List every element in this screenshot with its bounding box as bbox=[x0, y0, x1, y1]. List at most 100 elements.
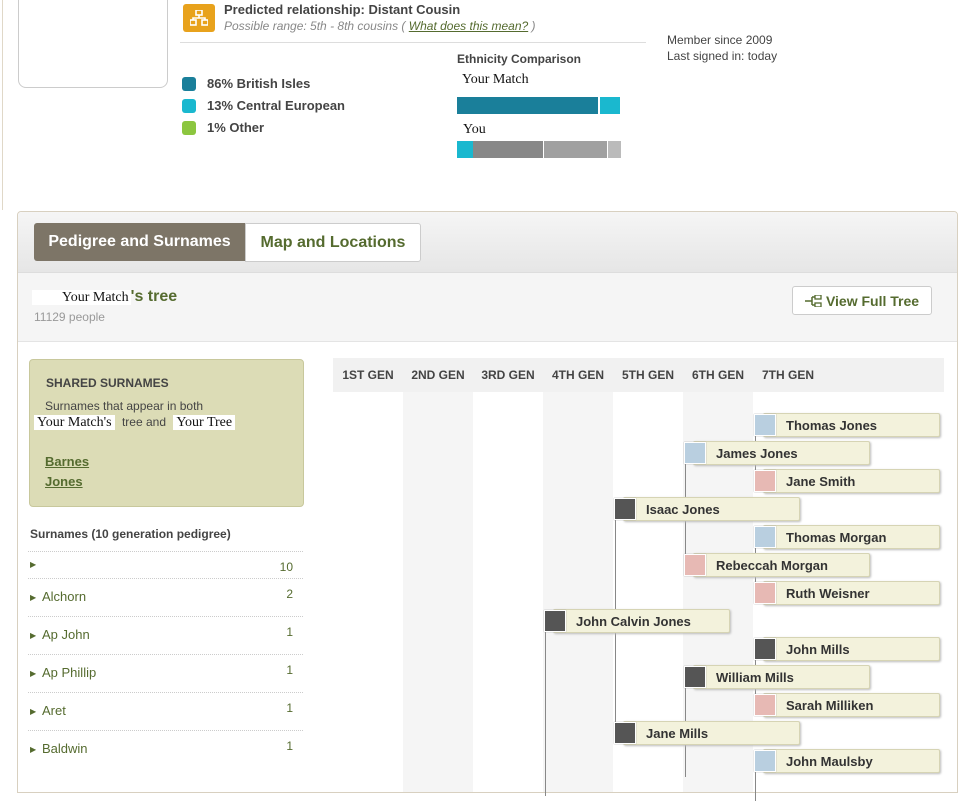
male-silhouette-icon bbox=[754, 414, 776, 436]
person-name: John Calvin Jones bbox=[576, 613, 691, 629]
person-name: Sarah Milliken bbox=[786, 697, 874, 713]
expand-arrow-icon: ▶ bbox=[30, 669, 37, 678]
surnames-list-title: Surnames (10 generation pedigree) bbox=[30, 527, 231, 541]
gen-header-3: 3RD GEN bbox=[473, 358, 543, 392]
person-john-mills[interactable]: John Mills bbox=[754, 637, 940, 661]
person-thomas-morgan[interactable]: Thomas Morgan bbox=[754, 525, 940, 549]
gen-header-7: 7TH GEN bbox=[753, 358, 823, 392]
person-name: Isaac Jones bbox=[646, 501, 720, 517]
tree-structure-icon bbox=[190, 10, 208, 26]
tree-title: Your Match's tree bbox=[32, 288, 177, 306]
expand-arrow-icon: ▶ bbox=[30, 631, 37, 640]
person-jane-smith[interactable]: Jane Smith bbox=[754, 469, 940, 493]
divider bbox=[180, 42, 646, 43]
surname-count: 1 bbox=[286, 663, 293, 677]
person-rebeccah-morgan[interactable]: Rebeccah Morgan bbox=[684, 553, 870, 577]
person-name: Rebeccah Morgan bbox=[716, 557, 828, 573]
member-since: Member since 2009 bbox=[667, 33, 773, 47]
expand-arrow-icon: ▶ bbox=[30, 593, 37, 602]
surname-row-baldwin[interactable]: ▶ Baldwin 1 bbox=[28, 730, 303, 768]
tab-pedigree-and-surnames[interactable]: Pedigree and Surnames bbox=[34, 223, 245, 261]
person-name: John Mills bbox=[786, 641, 850, 657]
tree-people-count: 11129 people bbox=[34, 310, 105, 324]
expand-arrow-icon: ▶ bbox=[30, 560, 37, 569]
female-silhouette-icon bbox=[754, 694, 776, 716]
surname-count: 10 bbox=[279, 560, 293, 574]
british-isles-swatch bbox=[182, 76, 196, 91]
person-isaac-jones[interactable]: Isaac Jones bbox=[614, 497, 800, 521]
shared-line-1: Surnames that appear in both bbox=[45, 399, 204, 413]
tree-panel: Pedigree and Surnames Map and Locations … bbox=[17, 211, 958, 801]
ethnicity-label: 86% British Isles bbox=[207, 76, 311, 91]
gen-column-shade bbox=[403, 392, 473, 792]
tree-icon bbox=[804, 294, 822, 307]
surname-row-ap-john[interactable]: ▶ Ap John 1 bbox=[28, 616, 303, 654]
shared-surname-link-jones[interactable]: Jones bbox=[45, 474, 83, 489]
member-info: Member since 2009 Last signed in: today bbox=[667, 32, 777, 64]
shared-line-2: Your Match's tree and Your Tree bbox=[34, 415, 236, 431]
person-name: Jane Smith bbox=[786, 473, 856, 489]
surname-row-ap-phillip[interactable]: ▶ Ap Phillip 1 bbox=[28, 654, 303, 692]
tree-owner-name: Your Match bbox=[32, 290, 131, 305]
you-segment-4 bbox=[608, 141, 621, 158]
surname-row[interactable]: ▶ 10 bbox=[28, 551, 303, 579]
last-signed-in: Last signed in: today bbox=[667, 49, 778, 63]
and-text: tree and bbox=[121, 415, 166, 429]
you-segment-2 bbox=[473, 141, 543, 158]
person-name: Thomas Morgan bbox=[786, 529, 887, 545]
shared-surnames-box: SHARED SURNAMES Surnames that appear in … bbox=[29, 359, 304, 507]
panel-header: Pedigree and Surnames Map and Locations bbox=[18, 212, 957, 273]
range-close: ) bbox=[531, 19, 536, 33]
person-john-calvin-jones[interactable]: John Calvin Jones bbox=[544, 609, 730, 633]
male-silhouette-icon bbox=[754, 526, 776, 548]
ethnicity-comparison-title: Ethnicity Comparison bbox=[457, 52, 582, 66]
tab-map-and-locations[interactable]: Map and Locations bbox=[245, 223, 421, 262]
gen-header-2: 2ND GEN bbox=[403, 358, 473, 392]
person-ruth-weisner[interactable]: Ruth Weisner bbox=[754, 581, 940, 605]
relationship-title: Predicted relationship: Distant Cousin bbox=[224, 2, 461, 17]
ethnicity-label: 1% Other bbox=[207, 120, 265, 135]
view-full-tree-button[interactable]: View Full Tree bbox=[792, 286, 932, 315]
female-silhouette-icon bbox=[754, 470, 776, 492]
you-segment-1 bbox=[457, 141, 473, 158]
relationship-icon bbox=[183, 4, 215, 32]
gen-header-1: 1ST GEN bbox=[333, 358, 403, 392]
male-silhouette-icon bbox=[684, 442, 706, 464]
person-sarah-milliken[interactable]: Sarah Milliken bbox=[754, 693, 940, 717]
you-bar bbox=[457, 141, 621, 158]
shared-surname-link-barnes[interactable]: Barnes bbox=[45, 454, 89, 469]
person-name: Thomas Jones bbox=[786, 417, 878, 433]
person-name: Jane Mills bbox=[646, 725, 709, 741]
match-tree-name: Your Match's bbox=[34, 415, 115, 430]
person-thomas-jones[interactable]: Thomas Jones bbox=[754, 413, 940, 437]
match-profile-card bbox=[18, 0, 168, 88]
your-match-label: Your Match bbox=[462, 72, 529, 88]
person-name: James Jones bbox=[716, 445, 798, 461]
your-match-bar bbox=[457, 97, 620, 114]
female-silhouette-icon bbox=[754, 582, 776, 604]
surname-count: 1 bbox=[286, 701, 293, 715]
portrait-photo-icon bbox=[614, 498, 636, 520]
surname-row-alchorn[interactable]: ▶ Alchorn 2 bbox=[28, 578, 303, 616]
person-name: William Mills bbox=[716, 669, 794, 685]
expand-arrow-icon: ▶ bbox=[30, 707, 37, 716]
gen-header-4: 4TH GEN bbox=[543, 358, 613, 392]
view-full-tree-label: View Full Tree bbox=[825, 292, 920, 309]
surname-name: Alchorn bbox=[42, 589, 87, 604]
page-left-border bbox=[2, 0, 3, 210]
person-jane-mills[interactable]: Jane Mills bbox=[614, 721, 800, 745]
bar-segment-central bbox=[600, 97, 620, 114]
surname-name: Ap Phillip bbox=[42, 665, 97, 680]
person-william-mills[interactable]: William Mills bbox=[684, 665, 870, 689]
surname-row-aret[interactable]: ▶ Aret 1 bbox=[28, 692, 303, 730]
person-john-maulsby[interactable]: John Maulsby bbox=[754, 749, 940, 773]
other-swatch bbox=[182, 120, 196, 135]
what-does-this-mean-link[interactable]: What does this mean? bbox=[409, 19, 528, 33]
portrait-photo-icon bbox=[754, 638, 776, 660]
tree-title-bar: Your Match's tree 11129 people View Full… bbox=[18, 273, 957, 342]
your-tree-name: Your Tree bbox=[173, 415, 236, 430]
portrait-photo-icon bbox=[684, 666, 706, 688]
you-segment-3 bbox=[544, 141, 607, 158]
ethnicity-label: 13% Central European bbox=[207, 98, 345, 113]
person-james-jones[interactable]: James Jones bbox=[684, 441, 870, 465]
